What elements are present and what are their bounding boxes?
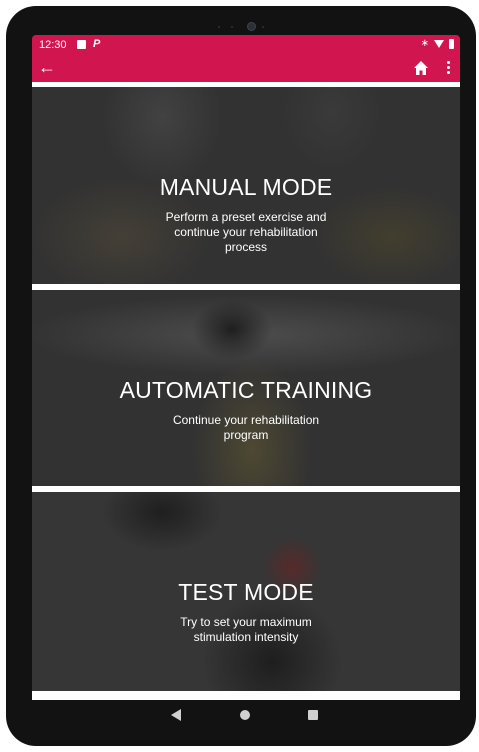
test-mode-card[interactable]: TEST MODE Try to set your maximum stimul… <box>32 492 460 691</box>
app-bar: ← <box>32 55 460 82</box>
status-icons: ∗ <box>421 38 454 50</box>
nav-back-icon[interactable] <box>171 709 181 721</box>
image-icon <box>77 40 86 49</box>
nav-home-icon[interactable] <box>240 710 250 720</box>
card-description: Try to set your maximum stimulation inte… <box>180 615 312 644</box>
parking-icon: P <box>93 38 101 50</box>
wifi-icon <box>434 40 444 48</box>
nav-recents-icon[interactable] <box>308 710 318 720</box>
sensor-dot <box>218 26 220 28</box>
more-options-icon[interactable] <box>444 59 452 77</box>
system-nav-bar <box>32 700 460 729</box>
bluetooth-icon: ∗ <box>420 38 429 49</box>
screen: 12:30 P ∗ ← MANUAL MODE Perform a preset… <box>32 35 460 729</box>
card-description: Perform a preset exercise and continue y… <box>165 210 327 254</box>
card-description: Continue your rehabilitation program <box>172 413 320 442</box>
sensor-dot <box>262 26 264 28</box>
home-icon[interactable] <box>413 60 429 76</box>
battery-icon <box>449 39 454 49</box>
card-title: MANUAL MODE <box>159 174 333 200</box>
front-camera <box>247 22 256 31</box>
card-title: AUTOMATIC TRAINING <box>119 377 373 403</box>
status-bar: 12:30 P ∗ <box>32 35 460 55</box>
manual-mode-card[interactable]: MANUAL MODE Perform a preset exercise an… <box>32 87 460 284</box>
automatic-training-card[interactable]: AUTOMATIC TRAINING Continue your rehabil… <box>32 290 460 486</box>
sensor-dot <box>231 26 233 28</box>
back-arrow-icon[interactable]: ← <box>38 58 56 76</box>
card-title: TEST MODE <box>178 579 314 605</box>
mode-list: MANUAL MODE Perform a preset exercise an… <box>32 82 460 700</box>
status-time: 12:30 <box>39 39 67 51</box>
